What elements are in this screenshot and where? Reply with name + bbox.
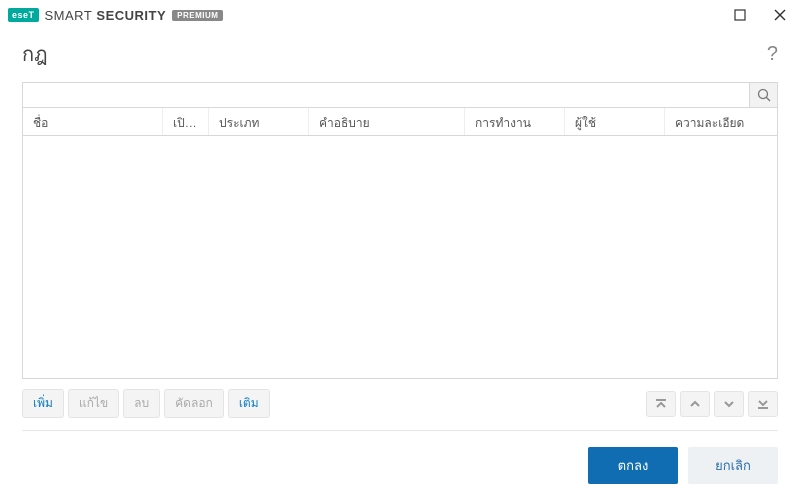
- content: ชื่อ เปิดใ... ประเภท คำอธิบาย การทำงาน ผ…: [0, 82, 800, 431]
- table-body: [22, 136, 778, 379]
- col-name[interactable]: ชื่อ: [23, 108, 163, 135]
- col-details[interactable]: ความละเอียด: [665, 108, 777, 135]
- chevron-up-icon: [688, 397, 702, 411]
- window-controls: [720, 0, 800, 30]
- move-bottom-button[interactable]: [748, 391, 778, 417]
- footer: ตกลง ยกเลิก: [0, 431, 800, 500]
- close-icon: [774, 9, 786, 21]
- move-down-button[interactable]: [714, 391, 744, 417]
- chevron-bottom-icon: [756, 397, 770, 411]
- product-name: SMART SECURITY: [45, 8, 167, 23]
- header: กฎ ?: [0, 30, 800, 82]
- logo-badge: eseT: [8, 8, 39, 22]
- more-button[interactable]: เติม: [228, 389, 270, 418]
- col-user[interactable]: ผู้ใช้: [565, 108, 665, 135]
- close-button[interactable]: [760, 0, 800, 30]
- col-enabled[interactable]: เปิดใ...: [163, 108, 209, 135]
- col-description[interactable]: คำอธิบาย: [309, 108, 465, 135]
- edit-button[interactable]: แก้ไข: [68, 389, 119, 418]
- search-row: [22, 82, 778, 108]
- maximize-icon: [734, 9, 746, 21]
- premium-badge: PREMIUM: [172, 10, 223, 21]
- add-button[interactable]: เพิ่ม: [22, 389, 64, 418]
- move-up-button[interactable]: [680, 391, 710, 417]
- search-button[interactable]: [749, 83, 777, 107]
- chevron-down-icon: [722, 397, 736, 411]
- chevron-top-icon: [654, 397, 668, 411]
- move-top-button[interactable]: [646, 391, 676, 417]
- page-title: กฎ: [22, 38, 48, 70]
- help-icon: ?: [767, 43, 778, 65]
- table-header: ชื่อ เปิดใ... ประเภท คำอธิบาย การทำงาน ผ…: [22, 108, 778, 136]
- search-input[interactable]: [23, 83, 749, 107]
- toolbar: เพิ่ม แก้ไข ลบ คัดลอก เติม: [22, 379, 778, 424]
- col-type[interactable]: ประเภท: [209, 108, 309, 135]
- ok-button[interactable]: ตกลง: [588, 447, 678, 484]
- maximize-button[interactable]: [720, 0, 760, 30]
- search-icon: [757, 88, 771, 102]
- cancel-button[interactable]: ยกเลิก: [688, 447, 778, 484]
- help-button[interactable]: ?: [767, 43, 778, 66]
- col-action[interactable]: การทำงาน: [465, 108, 565, 135]
- copy-button[interactable]: คัดลอก: [164, 389, 224, 418]
- delete-button[interactable]: ลบ: [123, 389, 160, 418]
- titlebar: eseT SMART SECURITY PREMIUM: [0, 0, 800, 30]
